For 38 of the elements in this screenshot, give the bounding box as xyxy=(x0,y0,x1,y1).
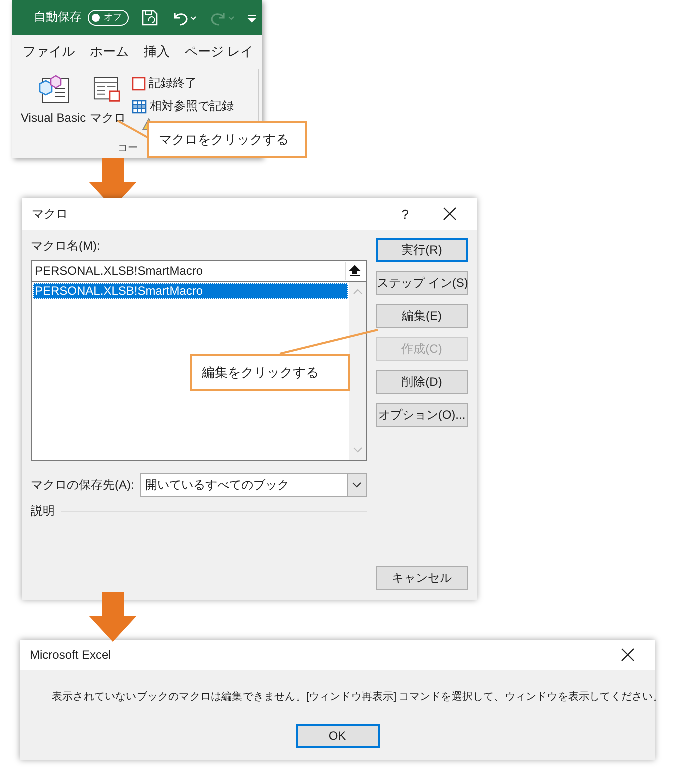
vb-icon xyxy=(36,75,71,105)
field-label: マクロ名(M): xyxy=(31,238,102,255)
autosave-label: 自動保存 xyxy=(34,9,82,26)
chevron-down-icon xyxy=(352,481,362,489)
autosave-toggle[interactable]: オフ xyxy=(88,10,129,26)
close-icon[interactable] xyxy=(621,648,635,662)
ribbon-tab[interactable]: ページ レイ xyxy=(185,43,254,65)
close-icon[interactable] xyxy=(443,207,457,221)
upload-icon[interactable] xyxy=(345,262,364,280)
cancel-button[interactable]: キャンセル xyxy=(376,566,468,590)
window-title: Microsoft Excel xyxy=(30,648,112,662)
ribbon-tab[interactable]: 挿入 xyxy=(144,43,170,65)
dialog-button[interactable]: オプション(O)... xyxy=(376,403,468,427)
group-label: コー xyxy=(118,142,138,155)
stop-square-icon xyxy=(132,76,146,90)
ribbon-button[interactable]: Visual Basic xyxy=(19,75,88,127)
ribbon-tab[interactable]: ホーム xyxy=(90,43,129,65)
dialog-button[interactable]: 削除(D) xyxy=(376,370,468,394)
ok-button[interactable]: OK xyxy=(296,724,380,748)
callout: 編集をクリックする xyxy=(190,354,350,391)
list-item[interactable]: PERSONAL.XLSB!SmartMacro xyxy=(33,283,348,299)
window-title: マクロ xyxy=(32,206,69,222)
ribbon-button[interactable]: 相対参照で記録 xyxy=(132,98,234,115)
field-label: マクロの保存先(A): xyxy=(31,476,134,494)
grid-icon xyxy=(132,100,148,114)
help-button[interactable]: ? xyxy=(402,206,409,222)
down-arrow xyxy=(88,592,138,642)
callout: マクロをクリックする xyxy=(147,121,307,158)
save-icon[interactable] xyxy=(141,8,159,26)
macro-name-field[interactable]: PERSONAL.XLSB!SmartMacro xyxy=(31,260,367,282)
dialog-button[interactable]: 実行(R) xyxy=(376,238,468,262)
dialog-button[interactable]: 編集(E) xyxy=(376,304,468,328)
dialog-button[interactable]: ステップ イン(S) xyxy=(376,271,468,295)
ribbon-button[interactable]: 記録終了 xyxy=(132,75,234,92)
section-label: 説明 xyxy=(31,503,55,520)
message-text: 表示されていないブックのマクロは編集できません。[ウィンドウ再表示] コマンドを選択して、ウィンドウを表示してください。 xyxy=(52,690,664,704)
ribbon-tab[interactable]: ファイル xyxy=(23,43,75,65)
location-dropdown[interactable]: 開いているすべてのブック xyxy=(140,473,367,497)
